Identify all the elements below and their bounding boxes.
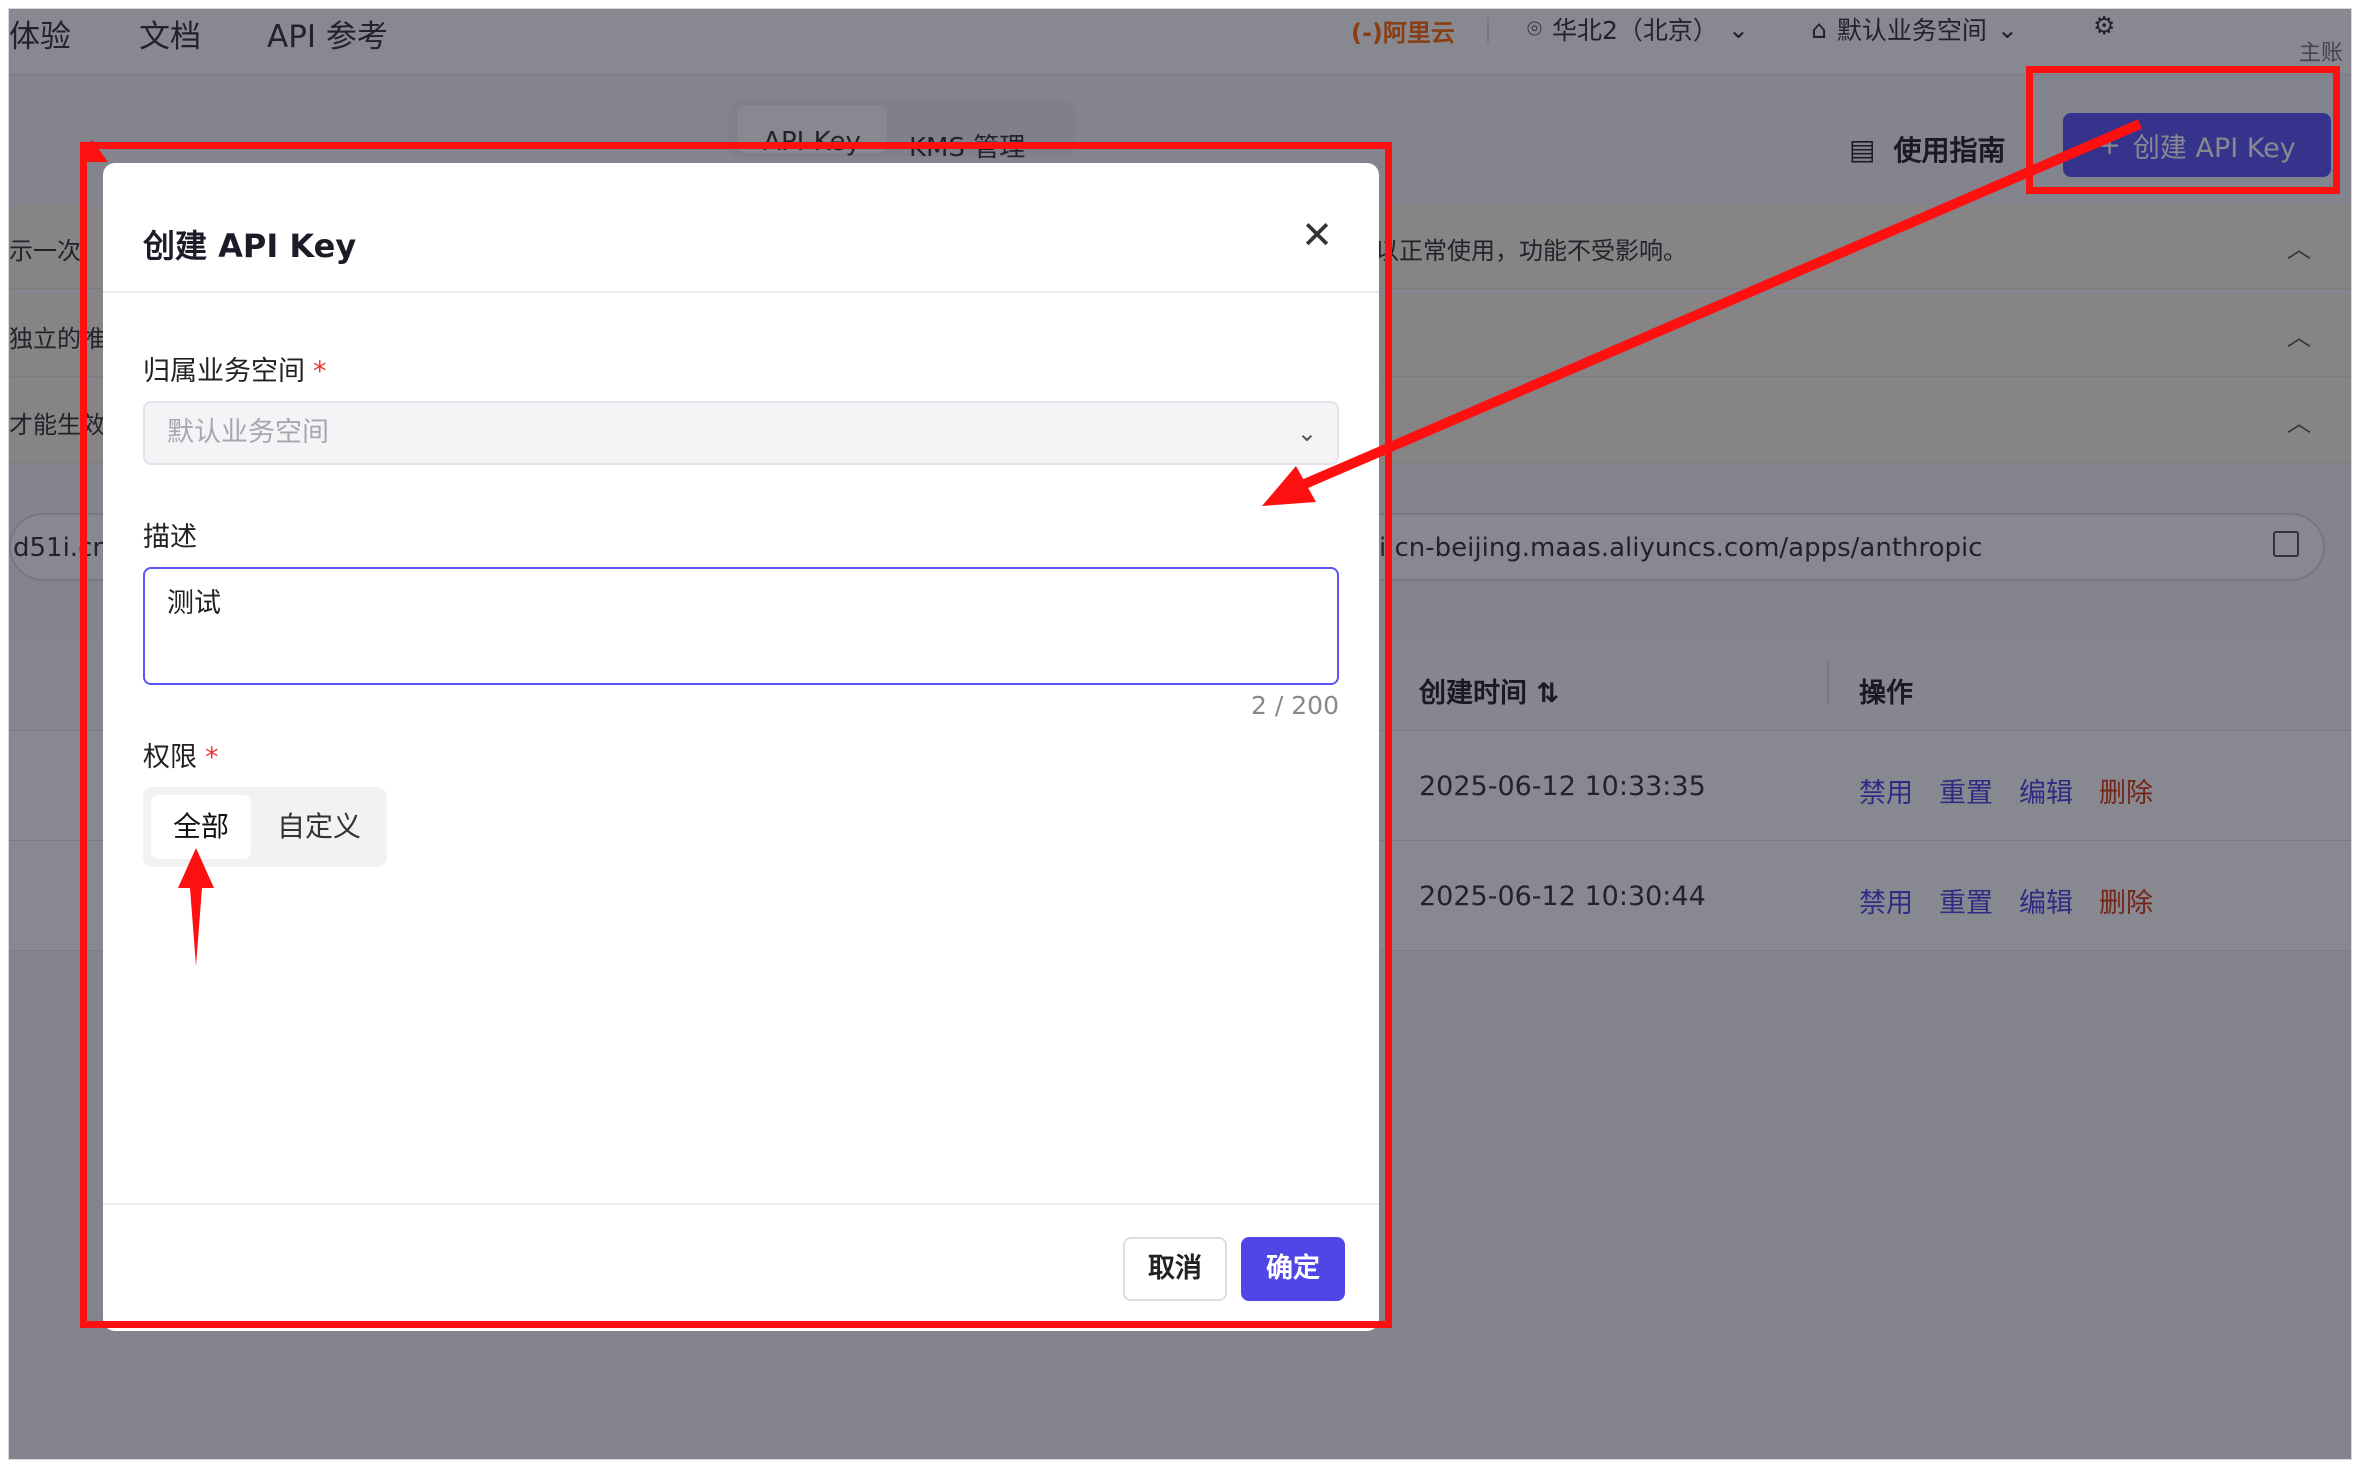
annotation-box-dialog <box>80 142 1392 1328</box>
annotation-box-create-button <box>2026 66 2340 194</box>
